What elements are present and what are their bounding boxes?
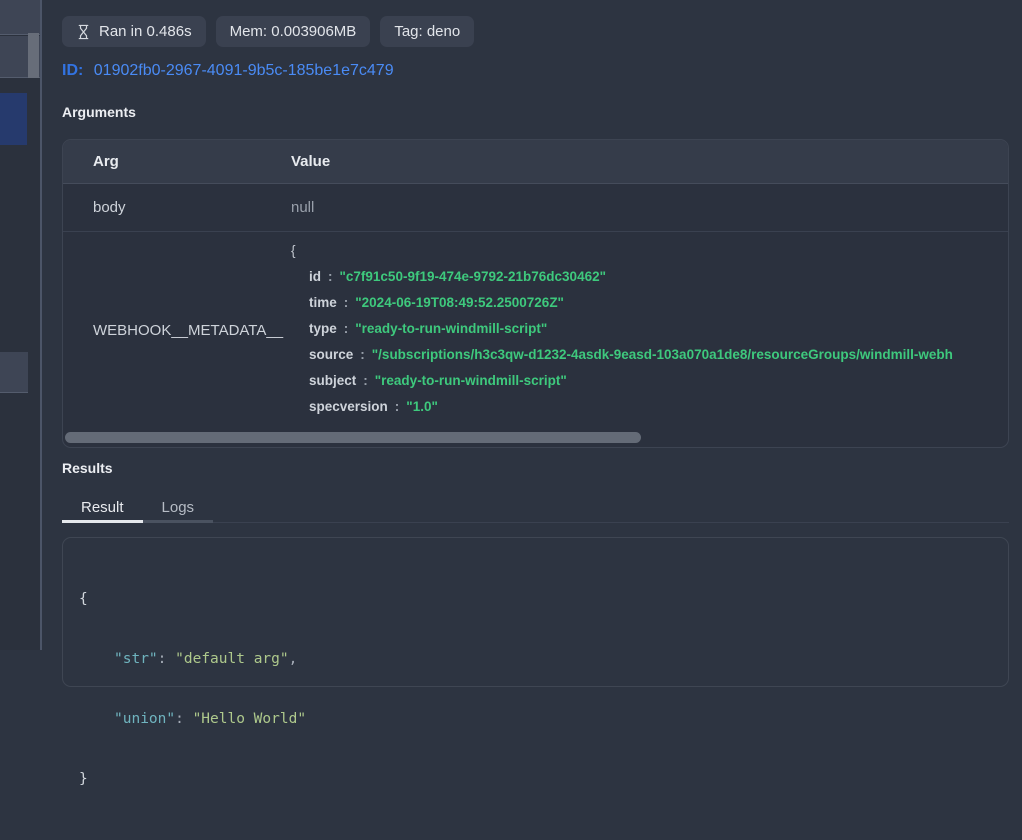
arguments-table: Arg Value body null WEBHOOK__METADATA__ … — [62, 139, 1009, 448]
memory-badge: Mem: 0.003906MB — [216, 16, 371, 47]
job-id-value[interactable]: 01902fb0-2967-4091-9b5c-185be1e7c479 — [94, 62, 394, 79]
arg-name-body: body — [63, 199, 291, 216]
json-entry: specversion: "1.0" — [291, 394, 1008, 420]
memory-badge-label: Mem: 0.003906MB — [230, 23, 357, 40]
left-panel-row-fragment-2 — [0, 352, 28, 393]
selected-node-fragment[interactable] — [0, 93, 27, 145]
json-value: "c7f91c50-9f19-474e-9792-21b76dc30462" — [340, 269, 607, 284]
duration-badge: Ran in 0.486s — [62, 16, 206, 47]
job-id-line: ID: 01902fb0-2967-4091-9b5c-185be1e7c479 — [62, 62, 394, 80]
code-string: "default arg" — [175, 651, 289, 667]
json-key: id — [309, 269, 321, 284]
json-key: type — [309, 321, 337, 336]
tag-badge: Tag: deno — [380, 16, 474, 47]
json-entry: id: "c7f91c50-9f19-474e-9792-21b76dc30462… — [291, 264, 1008, 290]
results-heading: Results — [62, 460, 113, 476]
table-row-webhook-metadata: WEBHOOK__METADATA__ { id: "c7f91c50-9f19-… — [63, 232, 1008, 429]
left-panel-scrollbar-thumb[interactable] — [28, 33, 39, 78]
code-close-brace: } — [79, 769, 992, 789]
arg-value-body: null — [291, 199, 1008, 216]
code-line: "str": "default arg", — [79, 649, 992, 669]
code-separator: : — [158, 651, 175, 667]
horizontal-scrollbar-thumb[interactable] — [65, 432, 641, 443]
json-value: "1.0" — [406, 399, 438, 414]
result-panel: { "str": "default arg", "union": "Hello … — [62, 537, 1009, 687]
tab-logs[interactable]: Logs — [143, 494, 214, 523]
hourglass-icon — [76, 24, 91, 40]
webhook-json-viewer: { id: "c7f91c50-9f19-474e-9792-21b76dc304… — [291, 232, 1008, 429]
json-colon: : — [395, 399, 400, 414]
duration-badge-label: Ran in 0.486s — [99, 23, 192, 40]
json-colon: : — [360, 347, 365, 362]
code-comma: , — [289, 651, 298, 667]
json-entry: source: "/subscriptions/h3c3qw-d1232-4asd… — [291, 342, 1008, 368]
code-string: "Hello World" — [193, 711, 307, 727]
json-colon: : — [344, 295, 349, 310]
arguments-heading: Arguments — [62, 104, 136, 120]
code-line: "union": "Hello World" — [79, 709, 992, 729]
json-key: specversion — [309, 399, 388, 414]
code-key: "str" — [114, 651, 158, 667]
json-key: time — [309, 295, 337, 310]
code-separator: : — [175, 711, 192, 727]
run-stats-badges: Ran in 0.486s Mem: 0.003906MB Tag: deno — [62, 16, 474, 47]
json-entry: type: "ready-to-run-windmill-script" — [291, 316, 1008, 342]
horizontal-scrollbar[interactable] — [65, 432, 1008, 443]
tab-result[interactable]: Result — [62, 494, 143, 523]
left-panel-header-fragment — [0, 0, 40, 35]
job-id-label: ID: — [62, 62, 83, 79]
json-entry: subject: "ready-to-run-windmill-script" — [291, 368, 1008, 394]
json-value: "ready-to-run-windmill-script" — [355, 321, 547, 336]
results-tabs: Result Logs — [62, 494, 1009, 523]
json-entry: time: "2024-06-19T08:49:52.2500726Z" — [291, 290, 1008, 316]
code-key: "union" — [114, 711, 175, 727]
arg-name-webhook: WEBHOOK__METADATA__ — [63, 232, 291, 429]
tag-badge-label: Tag: deno — [394, 23, 460, 40]
json-value: "2024-06-19T08:49:52.2500726Z" — [355, 295, 564, 310]
panel-resize-divider[interactable] — [40, 0, 42, 650]
json-colon: : — [344, 321, 349, 336]
code-open-brace: { — [79, 589, 992, 609]
json-value: "/subscriptions/h3c3qw-d1232-4asdk-9easd… — [372, 347, 953, 362]
json-open-brace: { — [291, 238, 1008, 264]
result-code-block: { "str": "default arg", "union": "Hello … — [63, 538, 1008, 840]
col-header-arg: Arg — [93, 153, 119, 170]
json-colon: : — [328, 269, 333, 284]
json-key: subject — [309, 373, 356, 388]
json-colon: : — [363, 373, 368, 388]
json-value: "ready-to-run-windmill-script" — [375, 373, 567, 388]
col-header-value: Value — [291, 153, 330, 170]
table-row-body: body null — [63, 184, 1008, 232]
json-key: source — [309, 347, 353, 362]
arguments-table-header: Arg Value — [63, 140, 1008, 184]
